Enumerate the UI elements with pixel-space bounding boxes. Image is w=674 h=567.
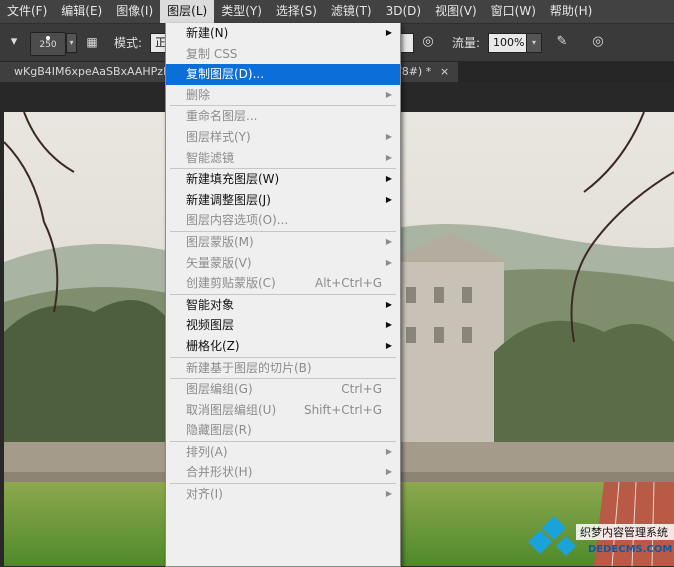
brush-dropdown-icon[interactable]: ▾: [66, 33, 77, 53]
layer-menu-item: 矢量蒙版(V) ▶: [166, 253, 400, 274]
menubar-item-8[interactable]: 视图(V): [428, 0, 484, 23]
layer-menu-item-label: 新建调整图层(J): [186, 192, 271, 207]
close-icon[interactable]: ×: [440, 62, 449, 82]
brush-size-value: 250: [39, 40, 57, 50]
airbrush-icon[interactable]: ✎: [552, 32, 572, 52]
layer-menu-item: 对齐(I) ▶: [166, 484, 400, 505]
flow-dropdown-icon[interactable]: ▾: [526, 33, 542, 53]
layer-menu-item: 删除 ▶: [166, 85, 400, 106]
submenu-arrow-icon: ▶: [385, 340, 392, 350]
submenu-arrow-icon: ▶: [385, 131, 392, 141]
layer-menu-item-label: 图层蒙版(M): [186, 234, 254, 249]
layer-menu-item-label: 合并形状(H): [186, 465, 253, 480]
flow-field[interactable]: 100%: [488, 33, 528, 53]
opacity-field[interactable]: [400, 33, 414, 53]
watermark-logo: 织梦内容管理系统 DEDECMS.COM: [528, 516, 674, 556]
layer-menu-item: 隐藏图层(R): [166, 420, 400, 441]
document-tab-title: wKgB4IM6xpeAaSBxAAHPzK: [14, 65, 171, 78]
menubar-item-3[interactable]: 图层(L): [160, 0, 215, 23]
layer-menu-item-shortcut: Ctrl+G: [341, 382, 382, 397]
menubar-item-10[interactable]: 帮助(H): [543, 0, 599, 23]
layer-menu-item[interactable]: 栅格化(Z) ▶: [166, 336, 400, 357]
layer-menu-item-label: 智能滤镜: [186, 150, 235, 165]
layer-menu-item[interactable]: 智能对象 ▶: [166, 295, 400, 316]
layer-menu-item-label: 新建基于图层的切片(B): [186, 360, 312, 375]
pressure-opacity-icon[interactable]: ◎: [418, 32, 438, 52]
layer-menu-item-label: 视频图层: [186, 318, 235, 333]
layer-menu-item[interactable]: 视频图层 ▶: [166, 315, 400, 336]
menubar-item-2[interactable]: 图像(I): [109, 0, 160, 23]
document-tab-title-tail: /8#) *: [398, 65, 432, 78]
submenu-arrow-icon: ▶: [385, 28, 392, 37]
menubar-item-7[interactable]: 3D(D): [379, 0, 428, 23]
submenu-arrow-icon: ▶: [385, 174, 392, 184]
layer-menu-item-label: 取消图层编组(U): [186, 402, 277, 417]
layer-menu-item: 新建基于图层的切片(B): [166, 358, 400, 379]
layer-menu-item-label: 图层编组(G): [186, 382, 253, 397]
layer-menu-item[interactable]: 新建填充图层(W) ▶: [166, 169, 400, 190]
layer-menu-item-label: 复制 CSS: [186, 46, 238, 61]
layer-menu-item-label: 新建填充图层(W): [186, 172, 280, 187]
submenu-arrow-icon: ▶: [385, 489, 392, 499]
submenu-arrow-icon: ▶: [385, 89, 392, 99]
layer-menu-item[interactable]: 新建调整图层(J) ▶: [166, 190, 400, 211]
layer-menu-item-label: 矢量蒙版(V): [186, 255, 252, 270]
brush-panel-icon[interactable]: ▦: [82, 32, 102, 52]
layer-menu-item: 图层蒙版(M) ▶: [166, 232, 400, 253]
layer-menu-item: 图层内容选项(O)...: [166, 210, 400, 231]
layer-menu-item-label: 排列(A): [186, 444, 228, 459]
layer-menu-item[interactable]: 新建(N) ▶: [166, 23, 400, 44]
submenu-arrow-icon: ▶: [385, 236, 392, 246]
layer-menu-item-shortcut: Shift+Ctrl+G: [303, 402, 382, 417]
menubar-item-5[interactable]: 选择(S): [269, 0, 324, 23]
layer-menu-item-shortcut: Alt+Ctrl+G: [314, 276, 382, 291]
layer-menu-item-label: 智能对象: [186, 297, 235, 312]
brush-preset-icon[interactable]: ▾: [4, 32, 24, 52]
layer-menu-dropdown: 新建(N) ▶ 复制 CSS 复制图层(D)... 删除 ▶ 重命名图层... 图层样式(Y)…: [165, 23, 401, 567]
layer-menu-item: 图层编组(G) Ctrl+G: [166, 379, 400, 400]
layer-menu-item: 取消图层编组(U) Shift+Ctrl+G: [166, 400, 400, 421]
layer-menu-item-label: 对齐(I): [186, 487, 223, 502]
layer-menu-item: 重命名图层...: [166, 106, 400, 127]
layer-menu-item: 合并形状(H) ▶: [166, 462, 400, 483]
layer-menu-item-label: 隐藏图层(R): [186, 423, 252, 438]
layer-menu-item: 复制 CSS: [166, 44, 400, 65]
layer-menu-item: 创建剪贴蒙版(C) Alt+Ctrl+G: [166, 273, 400, 294]
layer-menu-item-label: 删除: [186, 87, 211, 102]
layer-menu-item-label: 重命名图层...: [186, 109, 258, 124]
mode-label: 模式:: [114, 36, 143, 50]
submenu-arrow-icon: ▶: [385, 320, 392, 330]
layer-menu-item-label: 图层样式(Y): [186, 129, 251, 144]
submenu-arrow-icon: ▶: [385, 194, 392, 204]
menubar-item-4[interactable]: 类型(Y): [214, 0, 269, 23]
layer-menu-item: 图层样式(Y) ▶: [166, 127, 400, 148]
submenu-arrow-icon: ▶: [385, 467, 392, 477]
menubar-item-6[interactable]: 滤镜(T): [324, 0, 379, 23]
submenu-arrow-icon: ▶: [385, 446, 392, 456]
submenu-arrow-icon: ▶: [385, 152, 392, 162]
layer-menu-item-label: 创建剪贴蒙版(C): [186, 276, 276, 291]
layer-menu-item: 智能滤镜 ▶: [166, 148, 400, 169]
submenu-arrow-icon: ▶: [385, 299, 392, 309]
submenu-arrow-icon: ▶: [385, 257, 392, 267]
pressure-size-icon[interactable]: ◎: [588, 32, 608, 52]
layer-menu-item-label: 新建(N): [186, 26, 229, 40]
menu-bar: 文件(F) 编辑(E) 图像(I) 图层(L) 类型(Y) 选择(S) 滤镜(T) 3D(D)…: [0, 0, 674, 24]
layer-menu-item-label: 栅格化(Z): [186, 338, 240, 353]
layer-menu-item: 排列(A) ▶: [166, 442, 400, 463]
brush-size-picker[interactable]: 250: [30, 32, 66, 56]
menubar-item-0[interactable]: 文件(F): [0, 0, 54, 23]
watermark-line2: DEDECMS.COM: [588, 544, 672, 555]
watermark-line1: 织梦内容管理系统: [580, 525, 668, 539]
layer-menu-item-label: 复制图层(D)...: [186, 67, 265, 82]
layer-menu-item[interactable]: 复制图层(D)...: [166, 64, 400, 85]
menubar-item-9[interactable]: 窗口(W): [484, 0, 543, 23]
layer-menu-item-label: 图层内容选项(O)...: [186, 213, 289, 228]
flow-label: 流量:: [452, 36, 481, 50]
menubar-item-1[interactable]: 编辑(E): [54, 0, 109, 23]
